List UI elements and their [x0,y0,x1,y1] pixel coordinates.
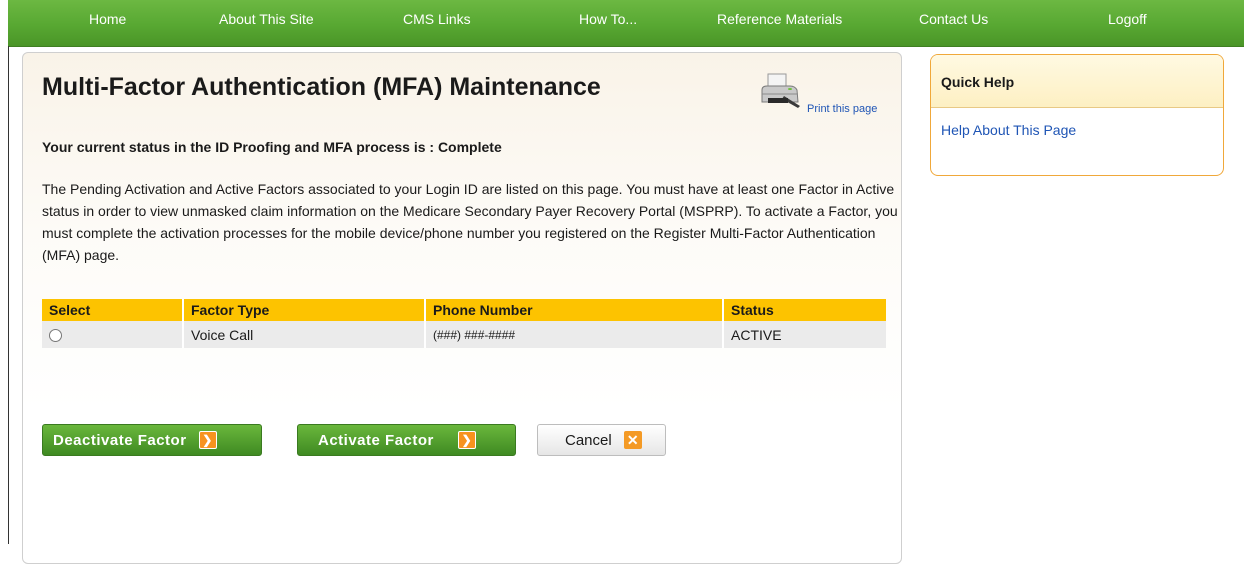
nav-contact-us[interactable]: Contact Us [919,11,988,27]
deactivate-factor-button[interactable]: Deactivate Factor ❯ [42,424,262,456]
table-header-row: Select Factor Type Phone Number Status [42,299,886,321]
page-description: The Pending Activation and Active Factor… [42,181,898,263]
mfa-status-text: Your current status in the ID Proofing a… [42,139,502,155]
activate-factor-button[interactable]: Activate Factor ❯ [297,424,516,456]
column-header-select: Select [42,299,184,321]
column-header-phone-number: Phone Number [425,299,724,321]
cancel-label: Cancel [565,431,612,449]
chevron-right-icon: ❯ [198,431,217,449]
cancel-button[interactable]: Cancel ✕ [537,424,666,456]
printer-icon[interactable] [760,72,804,117]
deactivate-factor-label: Deactivate Factor [53,431,187,449]
table-row: Voice Call (###) ###-#### ACTIVE [42,321,886,348]
activate-factor-label: Activate Factor [318,431,434,449]
nav-reference-materials[interactable]: Reference Materials [717,11,842,27]
factors-table: Select Factor Type Phone Number Status V… [42,299,886,348]
page-left-border [8,46,9,544]
quick-help-title: Quick Help [941,74,1015,90]
nav-cms-links[interactable]: CMS Links [403,11,471,27]
column-header-factor-type: Factor Type [183,299,426,321]
nav-about-this-site[interactable]: About This Site [219,11,314,27]
nav-logoff[interactable]: Logoff [1108,11,1147,27]
print-page-link[interactable]: Print this page [807,103,877,115]
close-icon: ✕ [623,431,642,449]
top-navigation-bar: Home About This Site CMS Links How To...… [8,0,1244,47]
nav-home[interactable]: Home [89,11,126,27]
phone-number-cell: (###) ###-#### [425,321,724,348]
status-cell: ACTIVE [723,321,886,348]
quick-help-panel: Quick Help Help About This Page [930,54,1224,176]
select-cell [42,321,184,348]
factor-select-radio[interactable] [49,329,62,343]
factor-type-cell: Voice Call [183,321,426,348]
nav-how-to[interactable]: How To... [579,11,637,27]
page-title: Multi-Factor Authentication (MFA) Mainte… [42,73,601,101]
column-header-status: Status [723,299,886,321]
help-about-page-link[interactable]: Help About This Page [941,122,1076,138]
chevron-right-icon: ❯ [457,431,476,449]
